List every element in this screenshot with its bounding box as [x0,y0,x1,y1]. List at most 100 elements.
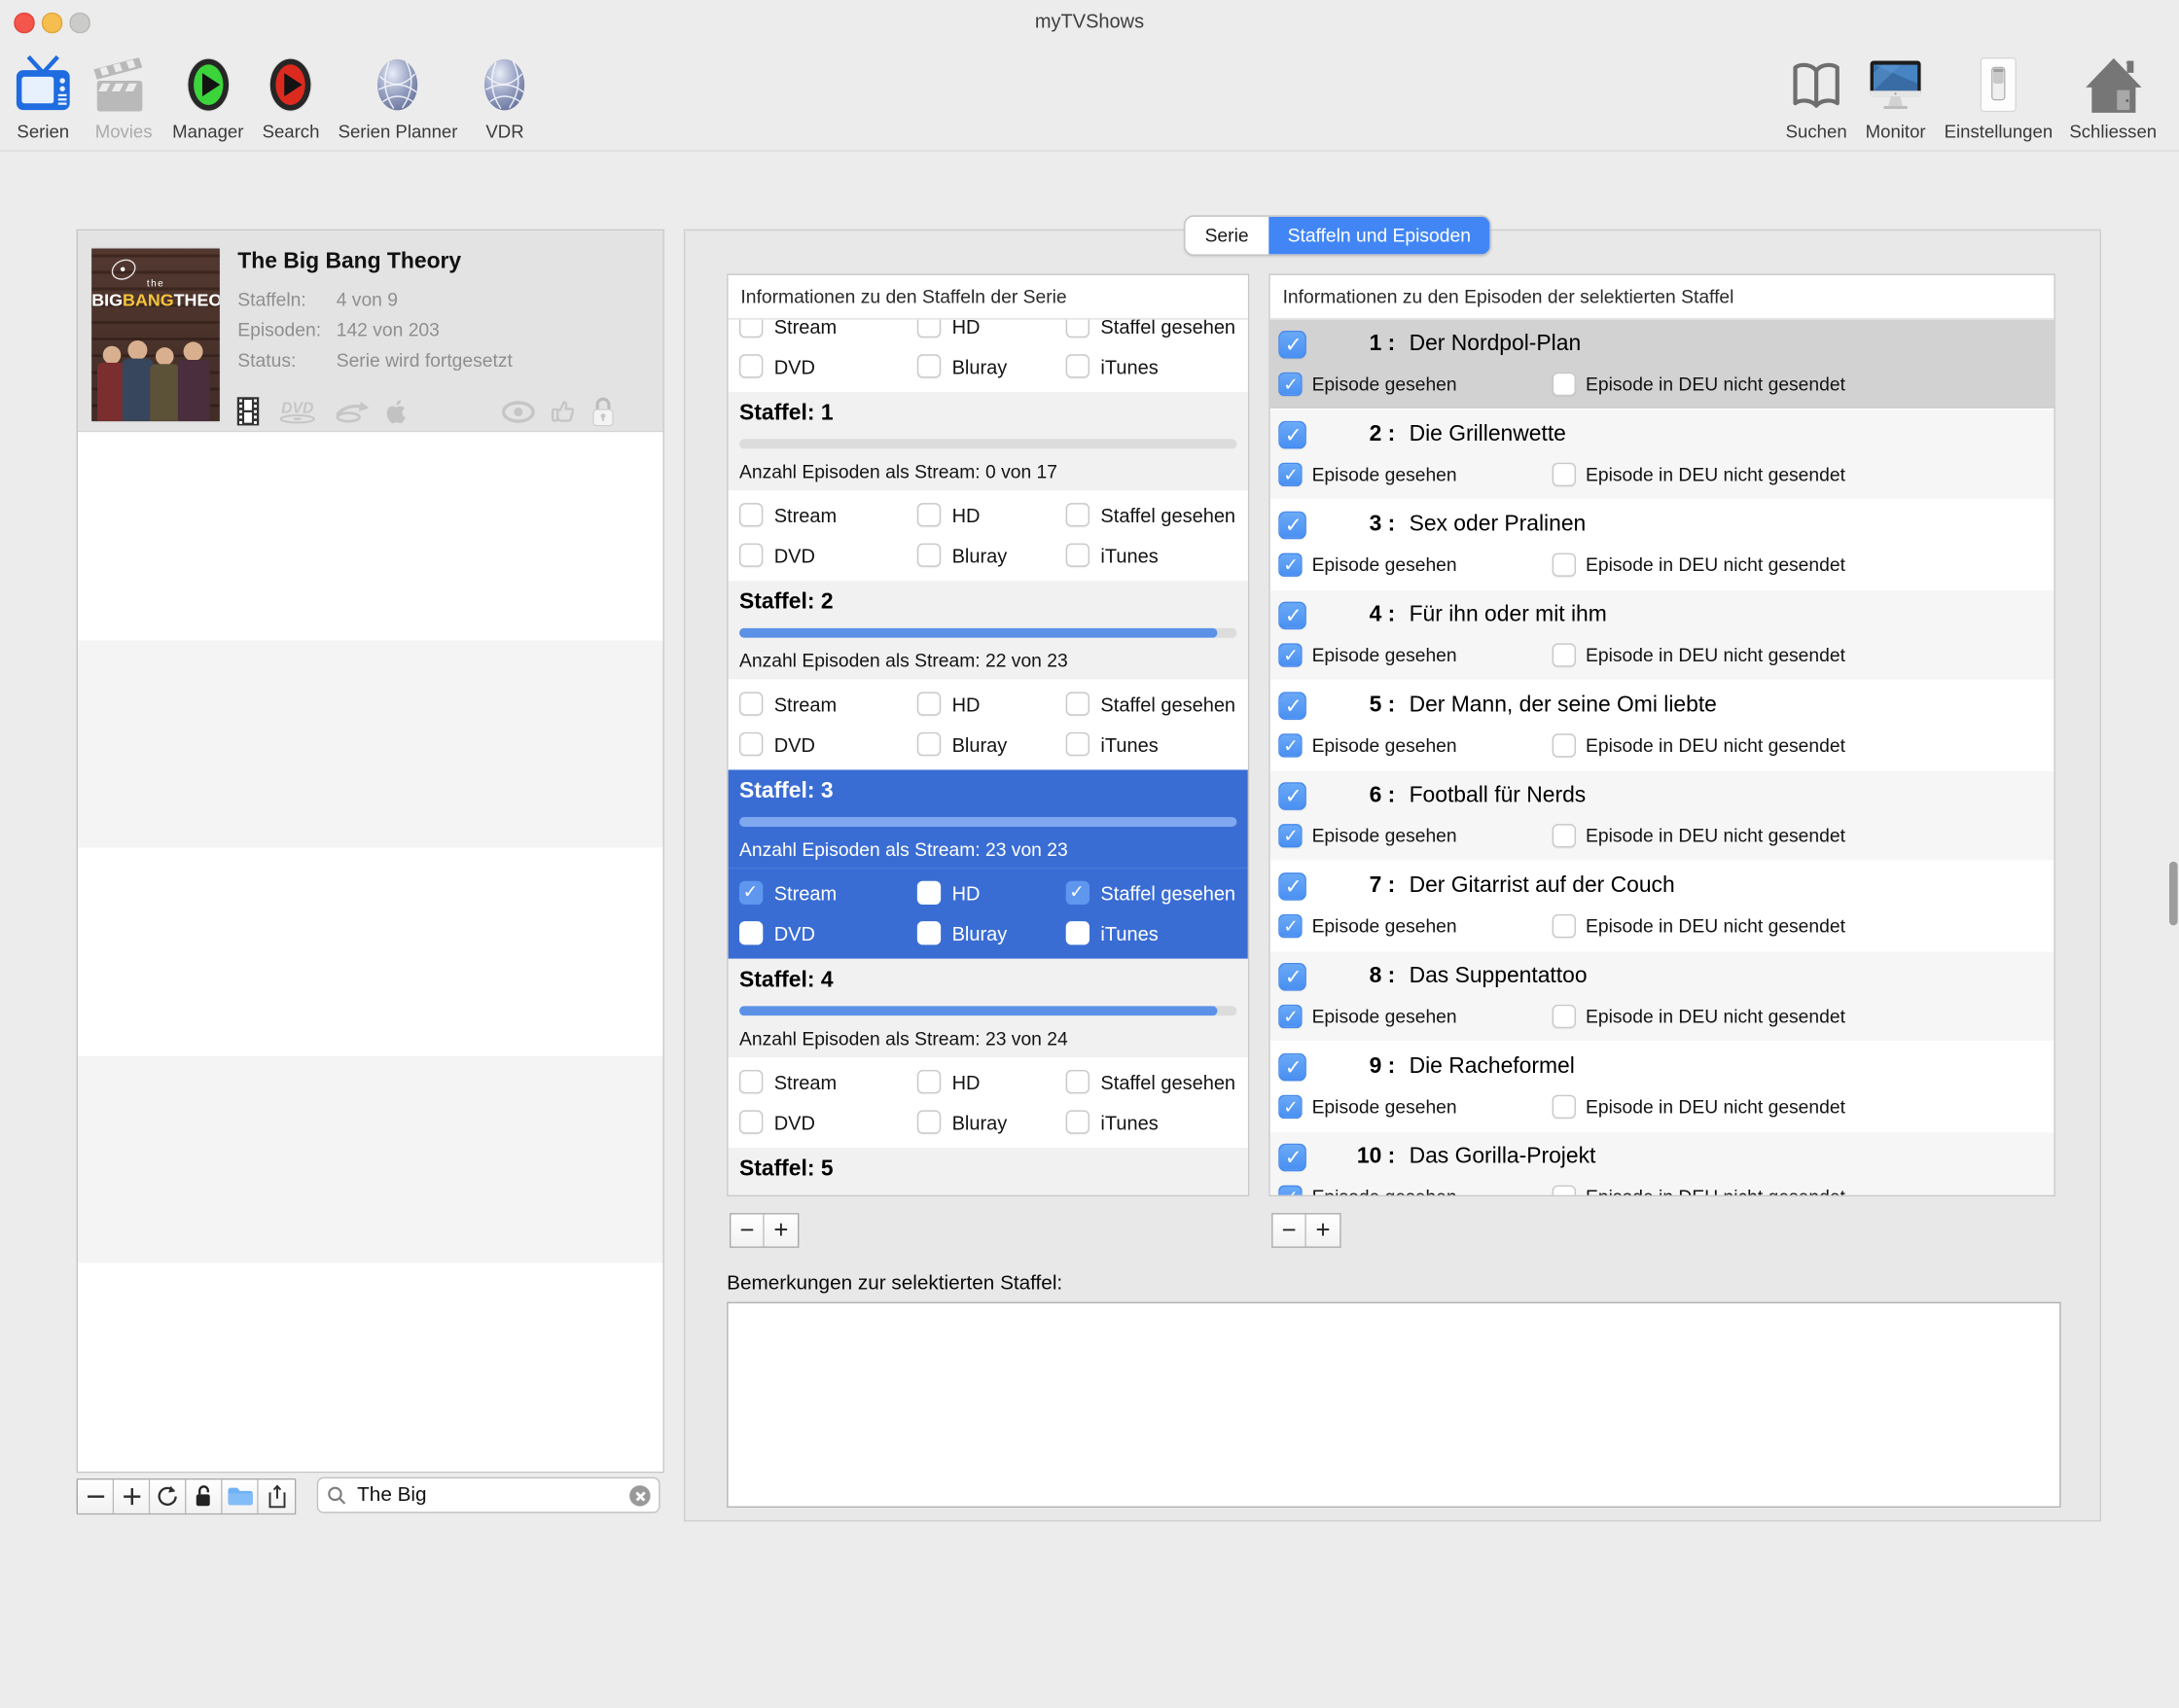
window-scrollbar-thumb[interactable] [2169,862,2178,926]
show-list-row[interactable] [78,432,662,640]
show-list-row[interactable] [78,848,662,1056]
episode-checkbox-checked[interactable] [1278,782,1306,810]
toolbar-item-suchen[interactable]: Suchen [1786,53,1847,141]
search-input[interactable] [354,1482,623,1508]
season-option-checkbox-unchecked[interactable] [1066,354,1090,377]
episode-row-9[interactable]: 9 :Die RacheformelEpisode gesehenEpisode… [1270,1042,2054,1132]
episode-checkbox-checked[interactable] [1278,421,1306,449]
toolbar-item-monitor[interactable]: Monitor [1864,53,1928,141]
season-option-checkbox-unchecked[interactable] [1066,1070,1090,1093]
episode-checkbox-checked[interactable] [1278,331,1306,359]
remove-episode-button[interactable]: − [1273,1215,1306,1247]
season-option-checkbox-unchecked[interactable] [917,503,941,526]
episode-row-7[interactable]: 7 :Der Gitarrist auf der CouchEpisode ge… [1270,862,2054,952]
season-option-checkbox-unchecked[interactable] [1066,921,1090,944]
show-list-row[interactable] [78,1055,662,1263]
season-option-checkbox-unchecked[interactable] [917,320,941,338]
tab-serie[interactable]: Serie [1186,217,1268,255]
episode-deu-checkbox-unchecked[interactable] [1553,913,1576,937]
episode-row-3[interactable]: 3 :Sex oder PralinenEpisode gesehenEpiso… [1270,500,2054,590]
toolbar-item-search[interactable]: Search [261,53,322,141]
folder-button[interactable] [223,1479,259,1512]
episode-row-8[interactable]: 8 :Das SuppentattooEpisode gesehenEpisod… [1270,952,2054,1043]
show-list[interactable] [78,432,662,1472]
refresh-button[interactable] [150,1479,186,1512]
episode-deu-checkbox-unchecked[interactable] [1553,643,1576,666]
toolbar-item-serien[interactable]: Serien [11,53,75,141]
toolbar-item-movies[interactable]: Movies [91,53,156,141]
season-option-checkbox-unchecked[interactable] [739,1110,763,1133]
seasons-list[interactable]: StreamHDStaffel gesehenDVDBlurayiTunesSt… [729,320,1248,1195]
remove-season-button[interactable]: − [731,1215,764,1247]
season-option-checkbox-unchecked[interactable] [1066,320,1090,338]
season-option-checkbox-unchecked[interactable] [739,320,763,338]
season-block-partial[interactable]: StreamHDStaffel gesehenDVDBlurayiTunes [729,320,1248,392]
episode-row-2[interactable]: 2 :Die GrillenwetteEpisode gesehenEpisod… [1270,409,2054,500]
episode-seen-checkbox-checked[interactable] [1278,733,1302,757]
season-option-checkbox-unchecked[interactable] [739,503,763,526]
episode-row-10[interactable]: 10 :Das Gorilla-ProjektEpisode gesehenEp… [1270,1132,2054,1194]
show-list-row[interactable] [78,640,662,848]
episode-seen-checkbox-checked[interactable] [1278,462,1302,485]
season-option-checkbox-unchecked[interactable] [739,544,763,567]
episode-checkbox-checked[interactable] [1278,1053,1306,1082]
episode-deu-checkbox-unchecked[interactable] [1553,462,1576,485]
share-button[interactable] [259,1479,295,1512]
episode-deu-checkbox-unchecked[interactable] [1553,1185,1576,1195]
season-option-checkbox-unchecked[interactable] [917,692,941,715]
episode-seen-checkbox-checked[interactable] [1278,913,1302,937]
episode-checkbox-checked[interactable] [1278,872,1306,901]
season-option-checkbox-unchecked[interactable] [739,354,763,377]
toolbar-item-schliessen[interactable]: Schliessen [2069,53,2157,141]
add-season-button[interactable]: + [765,1215,798,1247]
episode-checkbox-checked[interactable] [1278,512,1306,540]
season-option-checkbox-unchecked[interactable] [739,732,763,756]
season-option-checkbox-unchecked[interactable] [917,1070,941,1093]
show-search-field[interactable] [317,1477,661,1513]
season-option-checkbox-unchecked[interactable] [917,732,941,756]
episode-seen-checkbox-checked[interactable] [1278,1185,1302,1195]
remove-show-button[interactable] [78,1479,114,1512]
episode-checkbox-checked[interactable] [1278,602,1306,630]
episode-seen-checkbox-checked[interactable] [1278,1004,1302,1027]
season-option-checkbox-unchecked[interactable] [739,1070,763,1093]
toolbar-item-manager[interactable]: Manager [172,53,243,141]
season-block-2[interactable]: Staffel: 2Anzahl Episoden als Stream: 22… [729,581,1248,769]
show-list-row[interactable] [78,1263,662,1472]
season-option-checkbox-unchecked[interactable] [1066,503,1090,526]
episode-checkbox-checked[interactable] [1278,1144,1306,1172]
season-option-checkbox-unchecked[interactable] [917,544,941,567]
unlock-button[interactable] [186,1479,222,1512]
season-option-checkbox-unchecked[interactable] [917,1110,941,1133]
season-option-checkbox-unchecked[interactable] [917,881,941,905]
episode-seen-checkbox-checked[interactable] [1278,372,1302,395]
episode-row-4[interactable]: 4 :Für ihn oder mit ihmEpisode gesehenEp… [1270,590,2054,681]
season-option-checkbox-checked[interactable] [739,881,763,905]
episode-row-6[interactable]: 6 :Football für NerdsEpisode gesehenEpis… [1270,771,2054,862]
episode-deu-checkbox-unchecked[interactable] [1553,1094,1576,1118]
show-info-row[interactable]: the BIGBANGTHEORY The Big Bang Theory [78,231,662,432]
episode-deu-checkbox-unchecked[interactable] [1553,733,1576,757]
episode-row-1[interactable]: 1 :Der Nordpol-PlanEpisode gesehenEpisod… [1270,320,2054,410]
episode-deu-checkbox-unchecked[interactable] [1553,372,1576,395]
clear-search-icon[interactable] [629,1484,650,1505]
toolbar-item-serien-planner[interactable]: Serien Planner [339,53,458,141]
season-block-5[interactable]: Staffel: 5Anzahl Episoden als Stream: 24… [729,1148,1248,1195]
season-option-checkbox-unchecked[interactable] [1066,544,1090,567]
season-option-checkbox-checked[interactable] [1066,881,1090,905]
tab-staffeln-und-episoden[interactable]: Staffeln und Episoden [1268,217,1490,255]
episode-deu-checkbox-unchecked[interactable] [1553,1004,1576,1027]
season-option-checkbox-unchecked[interactable] [1066,1110,1090,1133]
episode-seen-checkbox-checked[interactable] [1278,1094,1302,1118]
season-option-checkbox-unchecked[interactable] [917,921,941,944]
season-option-checkbox-unchecked[interactable] [1066,732,1090,756]
toolbar-item-einstellungen[interactable]: Einstellungen [1945,53,2054,141]
season-option-checkbox-unchecked[interactable] [917,354,941,377]
episode-seen-checkbox-checked[interactable] [1278,823,1302,846]
season-option-checkbox-unchecked[interactable] [1066,692,1090,715]
episode-seen-checkbox-checked[interactable] [1278,643,1302,666]
season-option-checkbox-unchecked[interactable] [739,692,763,715]
toolbar-item-vdr[interactable]: VDR [475,53,536,141]
add-episode-button[interactable]: + [1306,1215,1340,1247]
season-block-1[interactable]: Staffel: 1Anzahl Episoden als Stream: 0 … [729,392,1248,581]
